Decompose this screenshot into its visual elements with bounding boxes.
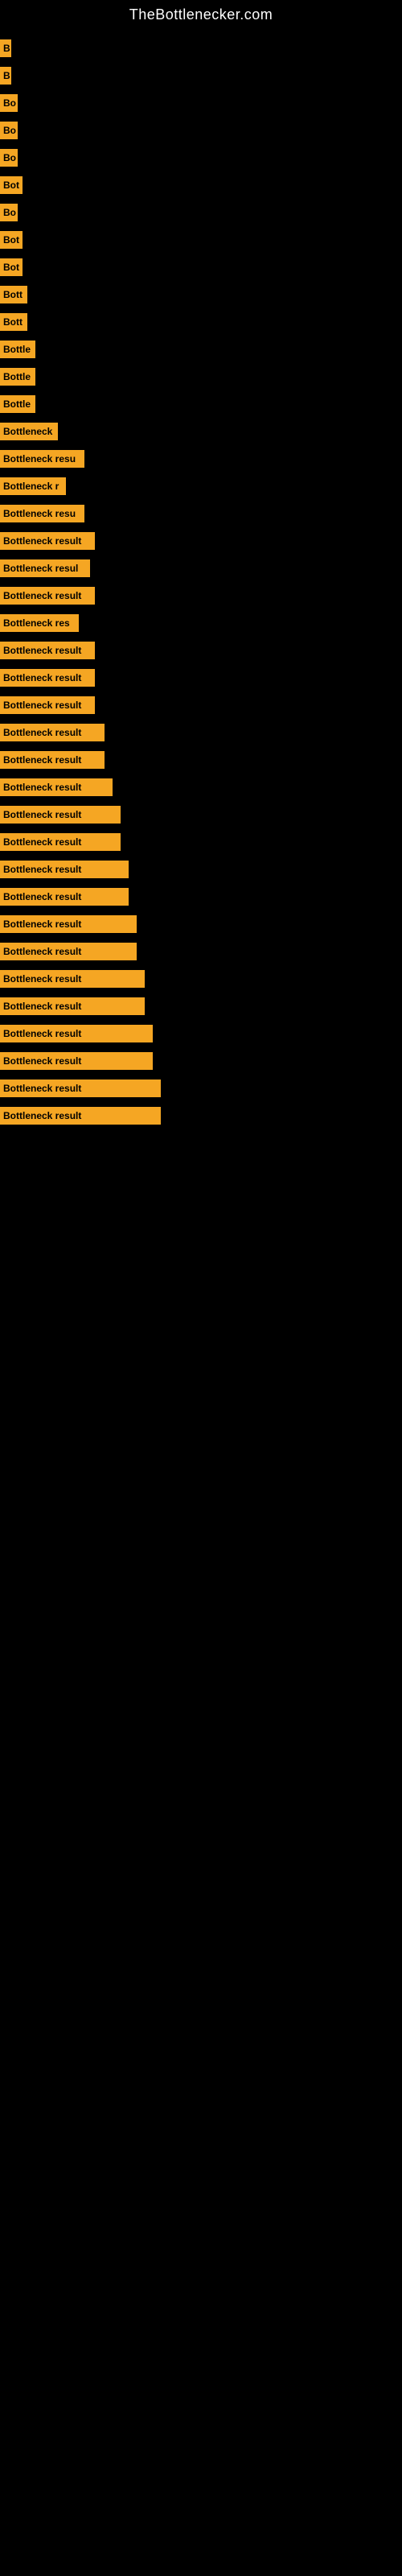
bar-row: Bo <box>0 89 402 117</box>
bar-label: Bo <box>0 122 18 139</box>
bar-label: Bottleneck result <box>0 1052 153 1070</box>
bar-label: Bottleneck result <box>0 642 95 659</box>
bar-row: Bottleneck result <box>0 910 402 938</box>
bar-row: Bott <box>0 308 402 336</box>
site-title: TheBottlenecker.com <box>0 0 402 27</box>
bar-row: Bottle <box>0 336 402 363</box>
bar-row: Bottleneck result <box>0 691 402 719</box>
bar-label: Bottleneck result <box>0 532 95 550</box>
bar-label: Bottleneck resu <box>0 505 84 522</box>
bar-label: Bottleneck result <box>0 833 121 851</box>
bar-row: Bot <box>0 254 402 281</box>
bar-row: Bottleneck result <box>0 719 402 746</box>
bar-label: Bottleneck result <box>0 888 129 906</box>
bar-label: Bottleneck r <box>0 477 66 495</box>
bar-label: Bottleneck result <box>0 696 95 714</box>
bar-row: Bottleneck <box>0 418 402 445</box>
bar-row: Bottleneck result <box>0 1102 402 1129</box>
bar-label: Bottleneck result <box>0 669 95 687</box>
bar-label: Bottleneck result <box>0 587 95 605</box>
bar-row: Bottleneck resu <box>0 445 402 473</box>
bar-row: Bottleneck result <box>0 828 402 856</box>
bar-row: Bottleneck resul <box>0 555 402 582</box>
bar-label: Bottleneck resul <box>0 559 90 577</box>
bar-label: Bottleneck result <box>0 806 121 824</box>
bar-label: Bottleneck result <box>0 778 113 796</box>
bar-label: B <box>0 39 11 57</box>
bar-row: Bottleneck result <box>0 664 402 691</box>
bar-row: Bottleneck result <box>0 801 402 828</box>
bar-label: Bottleneck res <box>0 614 79 632</box>
bar-row: Bottleneck r <box>0 473 402 500</box>
bar-label: B <box>0 67 11 85</box>
bar-label: Bottleneck <box>0 423 58 440</box>
bar-label: Bo <box>0 94 18 112</box>
bar-label: Bottleneck result <box>0 1107 161 1125</box>
bar-row: Bottleneck result <box>0 1020 402 1047</box>
bar-row: Bottleneck result <box>0 1075 402 1102</box>
bar-label: Bottle <box>0 395 35 413</box>
bar-row: Bottleneck result <box>0 965 402 993</box>
bar-row: Bottleneck result <box>0 856 402 883</box>
bar-row: B <box>0 62 402 89</box>
bar-row: Bottle <box>0 390 402 418</box>
bar-label: Bottleneck result <box>0 1080 161 1097</box>
bar-row: Bott <box>0 281 402 308</box>
bar-label: Bot <box>0 176 23 194</box>
bar-row: Bottleneck resu <box>0 500 402 527</box>
bar-label: Bottleneck result <box>0 970 145 988</box>
bar-row: Bottle <box>0 363 402 390</box>
bar-row: Bottleneck result <box>0 637 402 664</box>
bar-row: Bottleneck result <box>0 1047 402 1075</box>
bar-row: Bottleneck result <box>0 993 402 1020</box>
bar-label: Bottleneck result <box>0 997 145 1015</box>
bar-row: Bo <box>0 117 402 144</box>
bar-row: Bot <box>0 171 402 199</box>
bar-label: Bo <box>0 204 18 221</box>
bar-label: Bot <box>0 231 23 249</box>
bar-label: Bottleneck result <box>0 724 105 741</box>
bar-label: Bott <box>0 286 27 303</box>
bar-label: Bottleneck result <box>0 861 129 878</box>
bar-label: Bot <box>0 258 23 276</box>
bar-row: Bottleneck result <box>0 774 402 801</box>
bars-container: BB Bo Bo Bo Bot Bo Bot Bot Bott Bott Bottle Bottle B… <box>0 27 402 1129</box>
bar-row: Bo <box>0 144 402 171</box>
bar-label: Bottle <box>0 368 35 386</box>
bar-label: Bottleneck result <box>0 915 137 933</box>
bar-label: Bottle <box>0 341 35 358</box>
bar-label: Bottleneck result <box>0 1025 153 1042</box>
bar-label: Bott <box>0 313 27 331</box>
bar-label: Bottleneck resu <box>0 450 84 468</box>
bar-row: Bot <box>0 226 402 254</box>
bar-row: Bottleneck result <box>0 582 402 609</box>
bar-row: Bo <box>0 199 402 226</box>
bar-label: Bottleneck result <box>0 751 105 769</box>
bar-row: Bottleneck result <box>0 883 402 910</box>
bar-label: Bottleneck result <box>0 943 137 960</box>
bar-row: Bottleneck result <box>0 746 402 774</box>
bar-row: Bottleneck result <box>0 938 402 965</box>
bar-row: B <box>0 35 402 62</box>
bar-row: Bottleneck result <box>0 527 402 555</box>
bar-row: Bottleneck res <box>0 609 402 637</box>
bar-label: Bo <box>0 149 18 167</box>
